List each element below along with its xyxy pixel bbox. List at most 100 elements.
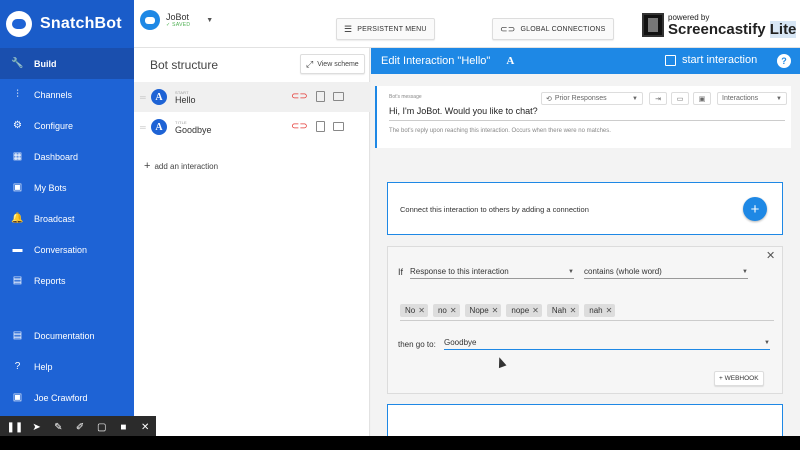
keyword-chips[interactable]: No ✕ no ✕ Nope ✕ nope ✕ Nah ✕ nah ✕: [400, 303, 774, 321]
comment-icon[interactable]: ▭: [671, 92, 689, 105]
interaction-item-goodbye[interactable]: ═ A TITLE Goodbye ⊂⊃: [134, 112, 370, 142]
prior-responses-dropdown[interactable]: ⟲ Prior Responses ▼: [541, 92, 643, 105]
keyword-chip-label: Nah: [551, 306, 567, 315]
remove-keyword-icon[interactable]: ✕: [492, 306, 499, 315]
sidebar-item-my-bots[interactable]: ▣ My Bots: [0, 172, 134, 203]
webhook-button[interactable]: + WEBHOOK: [714, 371, 764, 386]
add-connection-card: Connect this interaction to others by ad…: [387, 182, 783, 235]
match-type-select[interactable]: contains (whole word) ▼: [584, 265, 748, 279]
copy-icon[interactable]: [315, 121, 325, 132]
go-to-select[interactable]: Goodbye ▼: [444, 336, 770, 350]
remove-keyword-icon[interactable]: ✕: [606, 306, 613, 315]
help-icon[interactable]: ?: [777, 54, 791, 68]
film-icon: [642, 13, 664, 37]
brand[interactable]: SnatchBot: [0, 0, 134, 48]
bot-message-input[interactable]: Hi, I'm JoBot. Would you like to chat?: [389, 106, 538, 116]
caret-down-icon: ▼: [206, 16, 214, 24]
bot-message-help: The bot's reply upon reaching this inter…: [389, 128, 611, 134]
start-interaction-checkbox[interactable]: [665, 54, 676, 66]
sidebar-item-channels[interactable]: ⫶ Channels: [0, 79, 134, 110]
go-to-value: Goodbye: [444, 338, 477, 347]
sidebar-item-label: Broadcast: [34, 213, 75, 224]
app-window: SnatchBot 🔧 Build ⫶ Channels ⚙ Configure ▦ Dash…: [0, 0, 800, 436]
keyword-chip[interactable]: no ✕: [432, 304, 460, 317]
sidebar-nav: 🔧 Build ⫶ Channels ⚙ Configure ▦ Dashboard ▣ My B…: [0, 48, 134, 296]
screencastify-watermark: powered by Screencastify Lite: [642, 10, 797, 40]
chat-icon[interactable]: [332, 122, 344, 131]
add-interaction-link[interactable]: + add an interaction: [144, 160, 218, 172]
connection-link-icon[interactable]: ⊂⊃: [291, 121, 308, 132]
response-source-select[interactable]: Response to this interaction ▼: [410, 265, 574, 279]
sidebar-item-joe-crawford[interactable]: ▣ Joe Crawford: [0, 382, 134, 413]
input-icon[interactable]: ⇥: [649, 92, 667, 105]
watermark-big: Screencastify: [668, 20, 766, 38]
add-connection-button[interactable]: +: [743, 197, 767, 221]
edit-interaction-panel: Edit Interaction "Hello" A start interac…: [371, 48, 800, 436]
connection-condition-card: ✕ If Response to this interaction ▼ cont…: [387, 246, 783, 394]
recorder-toolbar: ❚❚ ➤ ✎ ✐ ▢ ■ ✕: [0, 416, 156, 436]
drag-handle-icon[interactable]: ═: [140, 93, 148, 102]
if-label: If: [398, 267, 404, 277]
bot-selector[interactable]: JoBot ✓ SAVED ▼: [140, 10, 213, 30]
start-interaction-toggle[interactable]: start interaction: [665, 54, 757, 66]
persistent-menu-label: PERSISTENT MENU: [357, 25, 427, 33]
remove-keyword-icon[interactable]: ✕: [418, 306, 425, 315]
sidebar-item-broadcast[interactable]: 🔔 Broadcast: [0, 203, 134, 234]
caret-down-icon: ▼: [632, 95, 638, 102]
image-icon[interactable]: ▣: [693, 92, 711, 105]
sidebar-item-label: Channels: [34, 89, 73, 100]
interaction-name: Hello: [175, 94, 196, 105]
document-icon: ▤: [12, 329, 23, 341]
sidebar-item-configure[interactable]: ⚙ Configure: [0, 110, 134, 141]
highlighter-icon[interactable]: ✐: [69, 416, 91, 436]
pen-icon[interactable]: ✎: [47, 416, 69, 436]
view-scheme-label: View scheme: [317, 60, 359, 68]
keyword-chip[interactable]: nope ✕: [506, 304, 542, 317]
sidebar-item-build[interactable]: 🔧 Build: [0, 48, 134, 79]
view-scheme-button[interactable]: ⤢ View scheme: [300, 54, 365, 74]
chat-icon: ▬: [12, 243, 23, 255]
keyword-chip[interactable]: No ✕: [400, 304, 428, 317]
remove-keyword-icon[interactable]: ✕: [532, 306, 539, 315]
watermark-lite: Lite: [769, 20, 797, 38]
snatchbot-logo-icon: [6, 11, 32, 37]
camera-icon[interactable]: ■: [113, 416, 135, 436]
remove-keyword-icon[interactable]: ✕: [570, 306, 577, 315]
letterbox: [0, 436, 800, 450]
interaction-name: Goodbye: [175, 124, 212, 135]
sidebar-item-documentation[interactable]: ▤ Documentation: [0, 320, 134, 351]
connection-link-icon[interactable]: ⊂⊃: [291, 91, 308, 102]
sidebar-item-label: Reports: [34, 275, 66, 286]
menu-icon: ☰: [344, 23, 353, 34]
keyword-chip[interactable]: Nah ✕: [546, 304, 580, 317]
sidebar-item-conversation[interactable]: ▬ Conversation: [0, 234, 134, 265]
sidebar-item-help[interactable]: ? Help: [0, 351, 134, 382]
interactions-dropdown[interactable]: Interactions ▼: [717, 92, 787, 105]
keyword-chip-label: nope: [511, 306, 530, 315]
drag-handle-icon[interactable]: ═: [140, 123, 148, 132]
global-connections-button[interactable]: ⊂⊃ GLOBAL CONNECTIONS: [492, 18, 614, 40]
interaction-item-hello[interactable]: ═ A START Hello ⊂⊃: [134, 82, 370, 112]
sidebar-item-reports[interactable]: ▤ Reports: [0, 265, 134, 296]
bot-name: JoBot: [166, 12, 190, 22]
persistent-menu-button[interactable]: ☰ PERSISTENT MENU: [336, 18, 435, 40]
next-connection-card: [387, 404, 783, 436]
sidebar-item-dashboard[interactable]: ▦ Dashboard: [0, 141, 134, 172]
add-connection-text: Connect this interaction to others by ad…: [400, 205, 589, 214]
sidebar: SnatchBot 🔧 Build ⫶ Channels ⚙ Configure ▦ Dash…: [0, 0, 134, 436]
keyword-chip[interactable]: nah ✕: [584, 304, 616, 317]
remove-keyword-icon[interactable]: ✕: [450, 306, 457, 315]
sidebar-nav-bottom: ▤ Documentation? Help ▣ Joe Crawford: [0, 320, 134, 413]
keyword-chip-label: Nope: [469, 306, 489, 315]
pause-icon[interactable]: ❚❚: [4, 416, 26, 436]
bell-icon: 🔔: [11, 212, 24, 224]
close-icon[interactable]: ✕: [766, 249, 775, 262]
sidebar-item-label: Configure: [34, 120, 74, 131]
close-icon[interactable]: ✕: [134, 416, 156, 436]
keyword-chip[interactable]: Nope ✕: [464, 304, 502, 317]
square-icon[interactable]: ▢: [91, 416, 113, 436]
copy-icon[interactable]: [315, 91, 325, 102]
pointer-icon[interactable]: ➤: [26, 416, 48, 436]
chat-icon[interactable]: [332, 92, 344, 101]
sidebar-item-label: Dashboard: [34, 151, 79, 162]
